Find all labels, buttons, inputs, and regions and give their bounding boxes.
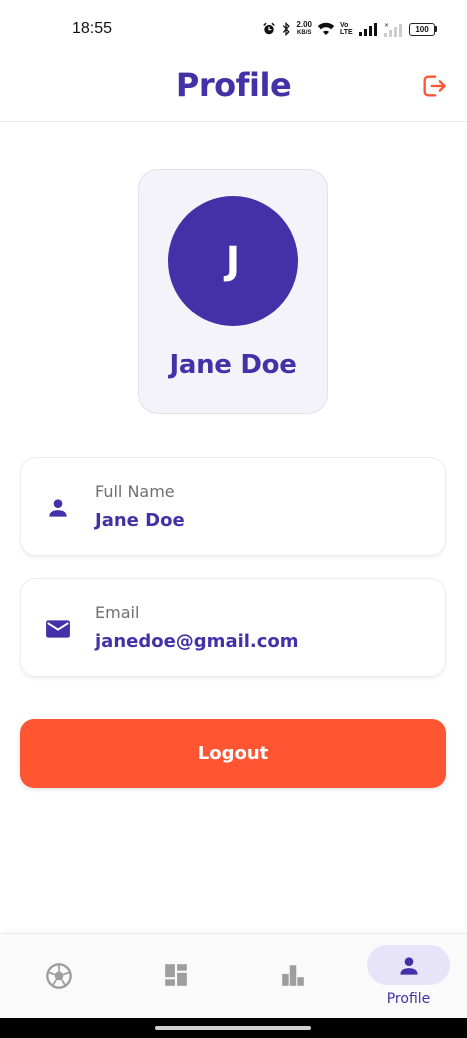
mail-icon <box>45 616 71 642</box>
logout-button[interactable]: Logout <box>20 719 446 788</box>
profile-card: J Jane Doe <box>138 169 328 414</box>
volte-indicator: Vo LTE <box>340 22 353 36</box>
logout-icon <box>423 75 446 97</box>
signal-empty-icon: × <box>384 22 402 37</box>
network-speed: 2.00 KB/S <box>296 20 312 37</box>
email-value: janedoe@gmail.com <box>95 631 299 652</box>
avatar: J <box>168 196 298 326</box>
logout-button-label: Logout <box>197 743 269 764</box>
wifi-icon <box>317 22 335 35</box>
person-icon <box>399 957 418 975</box>
nav-item-profile[interactable]: Profile <box>350 934 467 1019</box>
email-card: Email janedoe@gmail.com <box>20 578 446 677</box>
alarm-icon <box>263 22 276 35</box>
bar-chart-icon <box>281 965 304 986</box>
nav-item-dashboard[interactable] <box>117 934 234 1019</box>
person-icon <box>45 495 71 521</box>
bottom-nav: Profile <box>0 933 467 1018</box>
app-bar: Profile <box>0 58 467 122</box>
soccer-ball-icon <box>45 963 72 989</box>
nav-item-matches[interactable] <box>0 934 117 1019</box>
profile-name: Jane Doe <box>169 350 297 380</box>
battery-icon: 100 <box>409 22 437 36</box>
email-label: Email <box>95 603 140 622</box>
dashboard-icon <box>164 964 187 986</box>
bluetooth-icon <box>283 22 291 36</box>
nav-label-profile: Profile <box>386 991 431 1007</box>
avatar-initial: J <box>225 239 241 283</box>
full-name-card: Full Name Jane Doe <box>20 457 446 556</box>
page-title: Profile <box>175 66 292 104</box>
system-nav-bar <box>0 1018 467 1038</box>
home-indicator[interactable] <box>155 1026 311 1030</box>
signal-icon <box>359 22 377 36</box>
status-bar: 18:55 2.00 KB/S Vo LTE × 100 <box>0 0 467 58</box>
full-name-label: Full Name <box>95 482 175 501</box>
svg-text:×: × <box>384 22 389 29</box>
nav-item-stats[interactable] <box>234 934 351 1019</box>
status-time: 18:55 <box>72 20 113 37</box>
logout-icon-button[interactable] <box>418 70 450 102</box>
status-icons: 2.00 KB/S Vo LTE × 100 <box>262 19 437 39</box>
full-name-value: Jane Doe <box>95 510 185 531</box>
